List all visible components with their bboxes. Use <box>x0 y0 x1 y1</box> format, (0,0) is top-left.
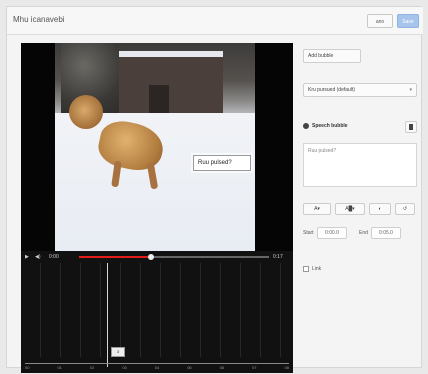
dog-head-shape <box>69 95 103 129</box>
start-label: Start <box>303 230 314 236</box>
timeline-ruler-labels: 00 01 02 03 04 05 06 07 08 <box>25 365 289 370</box>
link-label: Link <box>312 266 322 272</box>
top-bar: Mhu icanavebi ano Save <box>7 7 423 35</box>
trash-icon[interactable] <box>405 121 417 133</box>
end-label: End <box>359 230 368 236</box>
chevron-down-icon: ▾ <box>409 87 412 93</box>
speech-bubble-section: Speech bubble <box>303 121 417 133</box>
progress-bar[interactable] <box>79 254 269 260</box>
start-time-input[interactable]: 0:00.0 <box>317 227 347 239</box>
format-toolbar: A▾ A█▾ ◐ ↺ <box>303 203 417 215</box>
timeline-ruler <box>25 363 289 364</box>
player-controls: ▶ ◀) 0:00 0:17 <box>21 251 293 263</box>
volume-icon[interactable]: ◀) <box>35 254 41 260</box>
window-title: Mhu icanavebi <box>13 15 65 24</box>
ruler-label: 07 <box>252 365 257 370</box>
save-button[interactable]: Save <box>397 14 419 28</box>
caption-bubble[interactable]: Ruu pulsed? <box>193 155 251 171</box>
editor-window: Mhu icanavebi ano Save Ruu pulsed? ▶ ◀) … <box>6 6 423 373</box>
text-color-button[interactable]: A█▾ <box>335 203 365 215</box>
speech-bubble-icon <box>303 123 309 129</box>
video-frame <box>55 43 255 251</box>
house-shape <box>119 51 223 117</box>
progress-handle[interactable] <box>148 254 155 260</box>
time-fields: Start 0:00.0 End 0:05.0 <box>303 227 417 241</box>
ruler-label: 02 <box>89 365 95 370</box>
link-option[interactable]: Link <box>303 265 417 275</box>
add-bubble-button[interactable]: Add bubble <box>303 49 361 63</box>
video-player[interactable]: Ruu pulsed? <box>21 43 293 251</box>
caption-panel: Add bubble Kru pursued (default) ▾ Speec… <box>297 43 417 343</box>
ruler-label: 00 <box>25 365 30 370</box>
timeline-grid <box>21 263 293 357</box>
undo-button[interactable]: ↺ <box>395 203 415 215</box>
ruler-label: 06 <box>219 365 225 370</box>
end-time-input[interactable]: 0:05.0 <box>371 227 401 239</box>
play-icon[interactable]: ▶ <box>25 254 29 260</box>
ruler-label: 08 <box>284 365 289 370</box>
caption-textarea[interactable]: Ruu pulsed? <box>303 143 417 187</box>
time-total: 0:17 <box>273 254 283 260</box>
timeline-playhead[interactable] <box>107 263 108 367</box>
fill-color-button[interactable]: ◐ <box>369 203 391 215</box>
bubble-style-select[interactable]: Kru pursued (default) ▾ <box>303 83 417 97</box>
link-checkbox[interactable] <box>303 266 309 272</box>
time-current: 0:00 <box>49 254 59 260</box>
progress-fill <box>79 256 152 258</box>
caption-textarea-text: Ruu pulsed? <box>308 148 337 154</box>
ruler-label: 03 <box>122 365 127 370</box>
ruler-label: 05 <box>187 365 192 370</box>
speech-bubble-title: Speech bubble <box>312 123 348 129</box>
caption-timeline[interactable]: 3 00 01 02 03 04 05 06 07 08 <box>21 263 293 373</box>
ruler-label: 01 <box>57 365 62 370</box>
cancel-button[interactable]: ano <box>367 14 393 28</box>
bubble-style-value: Kru pursued (default) <box>308 87 355 93</box>
caption-text: Ruu pulsed? <box>198 160 232 166</box>
timeline-caption-marker[interactable]: 3 <box>111 347 125 357</box>
ruler-label: 04 <box>154 365 160 370</box>
font-size-button[interactable]: A▾ <box>303 203 331 215</box>
